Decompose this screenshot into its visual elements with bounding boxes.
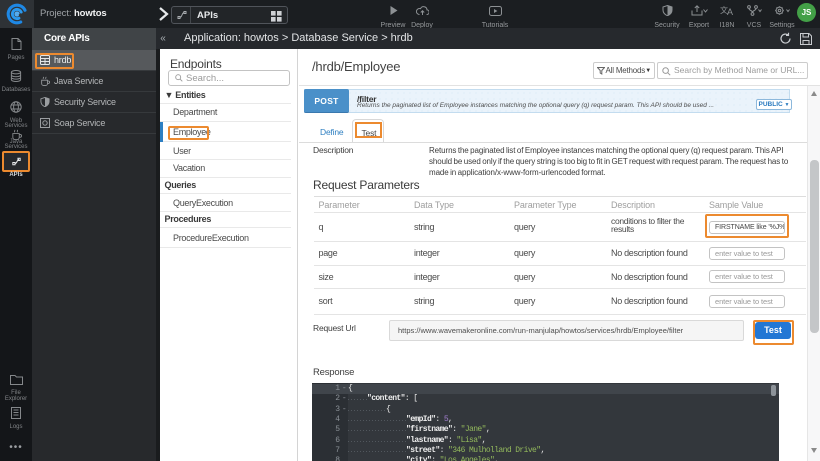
svg-text:A: A (727, 7, 733, 16)
